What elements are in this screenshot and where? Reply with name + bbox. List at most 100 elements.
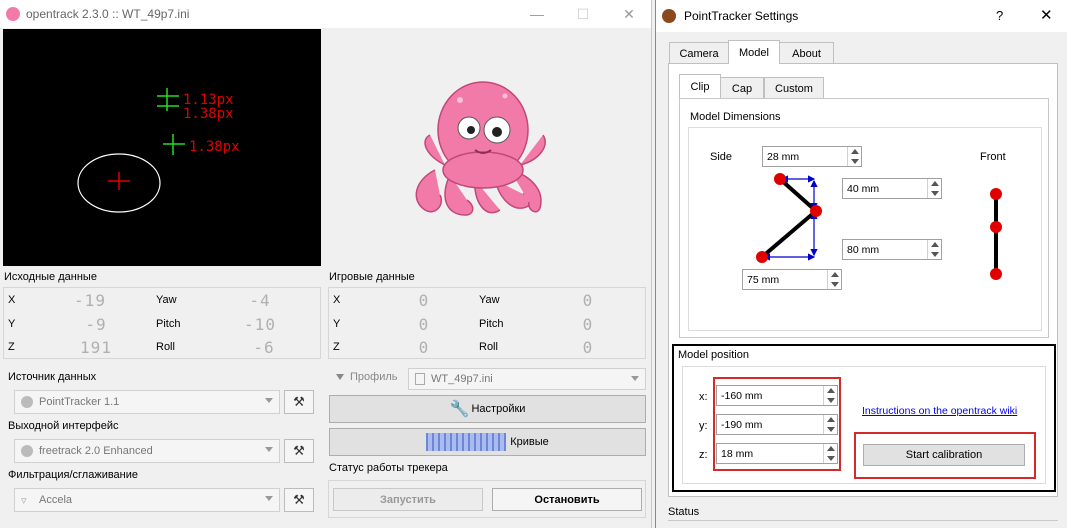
settings-button[interactable]: 🔧 Настройки	[329, 395, 646, 423]
status-label: Status	[668, 506, 700, 518]
tab-model[interactable]: Model	[728, 40, 780, 64]
subtab-custom-label: Custom	[775, 82, 813, 95]
z-label: z:	[699, 449, 708, 461]
main-titlebar: opentrack 2.3.0 :: WT_49p7.ini — ☐ ✕	[0, 0, 651, 28]
filter-select[interactable]: ▿ Accela	[14, 488, 280, 512]
game-y-label: Y	[333, 318, 341, 330]
spin-arrows-icon[interactable]	[823, 386, 837, 405]
side-dimension-spinbox[interactable]: 28 mm	[762, 146, 862, 167]
raw-z-label: Z	[8, 341, 15, 353]
start-calibration-button[interactable]: Start calibration	[863, 444, 1025, 466]
tab-camera-label: Camera	[679, 47, 719, 60]
raw-x-value: -19	[74, 291, 106, 310]
app-logo-icon	[6, 7, 20, 21]
start-button[interactable]: Запустить	[333, 488, 483, 511]
y-position-spinbox[interactable]: -190 mm	[716, 414, 838, 435]
raw-y-label: Y	[8, 318, 16, 330]
profile-label: Профиль	[350, 371, 398, 383]
tracker-preview: 1.13px 1.38px 1.38px	[3, 29, 321, 266]
window-title: opentrack 2.3.0 :: WT_49p7.ini	[26, 7, 190, 21]
hammer-icon: ⚒	[293, 492, 305, 507]
output-label: Выходной интерфейс	[8, 420, 119, 432]
side-label: Side	[710, 151, 733, 163]
top-dimension-spinbox[interactable]: 40 mm	[842, 178, 942, 199]
x-label: x:	[699, 391, 708, 403]
tab-about[interactable]: About	[779, 42, 834, 64]
raw-roll-value: -6	[253, 338, 275, 357]
depth-dimension-spinbox[interactable]: 75 mm	[742, 269, 842, 290]
tab-camera[interactable]: Camera	[669, 42, 729, 64]
spin-arrows-icon[interactable]	[827, 270, 841, 289]
spin-arrows-icon[interactable]	[927, 240, 941, 259]
close-icon[interactable]: ✕	[1040, 6, 1053, 24]
dialog-titlebar: PointTracker Settings ? ✕	[656, 0, 1067, 32]
game-pitch-value: 0	[582, 315, 594, 334]
raw-x-label: X	[8, 294, 16, 306]
spin-arrows-icon[interactable]	[927, 179, 941, 198]
settings-button-label: Настройки	[471, 403, 526, 415]
chevron-down-icon	[265, 496, 273, 501]
pointtracker-icon	[21, 396, 33, 408]
z-position-spinbox[interactable]: 18 mm	[716, 443, 838, 464]
raw-data-box: X -19 Yaw -4 Y -9 Pitch -10 Z 191 Roll -…	[3, 287, 321, 359]
help-icon[interactable]: ?	[996, 8, 1003, 23]
subtab-custom[interactable]: Custom	[764, 77, 824, 99]
y-position-value: -190 mm	[721, 418, 763, 431]
opentrack-main-window: opentrack 2.3.0 :: WT_49p7.ini — ☐ ✕ 1.1…	[0, 0, 652, 528]
game-roll-label: Roll	[479, 341, 498, 353]
profile-select[interactable]: WT_49p7.ini	[408, 368, 646, 390]
chevron-down-icon	[265, 398, 273, 403]
x-position-spinbox[interactable]: -160 mm	[716, 385, 838, 406]
start-button-label: Запустить	[380, 493, 436, 506]
raw-yaw-label: Yaw	[156, 294, 177, 306]
profile-menu-button[interactable]: Профиль	[336, 371, 398, 383]
game-y-value: 0	[418, 315, 430, 334]
raw-pitch-value: -10	[244, 315, 276, 334]
output-select[interactable]: freetrack 2.0 Enhanced	[14, 439, 280, 463]
curve-graph-icon	[426, 433, 507, 451]
subtab-cap-label: Cap	[731, 82, 753, 95]
model-position-label: Model position	[678, 349, 749, 361]
side-dimension-value: 28 mm	[767, 150, 800, 163]
game-x-value: 0	[418, 291, 430, 310]
raw-z-value: 191	[80, 338, 112, 357]
hammer-icon: ⚒	[293, 443, 305, 458]
curves-button-label: Кривые	[510, 436, 549, 448]
filter-settings-button[interactable]: ⚒	[284, 488, 314, 512]
bottom-dimension-spinbox[interactable]: 80 mm	[842, 239, 942, 260]
model-dimensions-label: Model Dimensions	[690, 111, 781, 123]
game-yaw-label: Yaw	[479, 294, 500, 306]
game-roll-value: 0	[582, 338, 594, 357]
maximize-icon[interactable]: ☐	[560, 0, 606, 28]
source-select[interactable]: PointTracker 1.1	[14, 390, 280, 414]
minimize-icon[interactable]: —	[514, 0, 560, 28]
game-z-value: 0	[418, 338, 430, 357]
wiki-instructions-link[interactable]: Instructions on the opentrack wiki	[862, 405, 1017, 417]
spin-arrows-icon[interactable]	[823, 444, 837, 463]
side-model-diagram	[756, 173, 822, 263]
game-data-label: Игровые данные	[329, 271, 415, 283]
curves-button[interactable]: Кривые	[329, 428, 646, 456]
start-calibration-label: Start calibration	[905, 449, 983, 461]
source-label: Источник данных	[8, 371, 97, 383]
output-settings-button[interactable]: ⚒	[284, 439, 314, 463]
x-position-value: -160 mm	[721, 389, 763, 402]
spin-arrows-icon[interactable]	[847, 147, 861, 166]
raw-y-value: -9	[85, 315, 107, 334]
game-yaw-value: 0	[582, 291, 594, 310]
raw-roll-label: Roll	[156, 341, 175, 353]
tracker-preview-canvas	[77, 88, 185, 213]
subtab-cap[interactable]: Cap	[720, 77, 764, 99]
filter-icon: ▿	[21, 495, 27, 507]
hammer-icon: ⚒	[293, 394, 305, 409]
spin-arrows-icon[interactable]	[823, 415, 837, 434]
subtab-clip[interactable]: Clip	[679, 74, 721, 98]
top-dimension-value: 40 mm	[847, 182, 880, 195]
game-x-label: X	[333, 294, 341, 306]
stop-button[interactable]: Остановить	[492, 488, 642, 511]
close-icon[interactable]: ✕	[606, 0, 652, 28]
chevron-down-icon	[265, 447, 273, 452]
profile-value: WT_49p7.ini	[431, 373, 493, 385]
tracker-point-label: 1.38px	[183, 106, 234, 122]
source-settings-button[interactable]: ⚒	[284, 390, 314, 414]
